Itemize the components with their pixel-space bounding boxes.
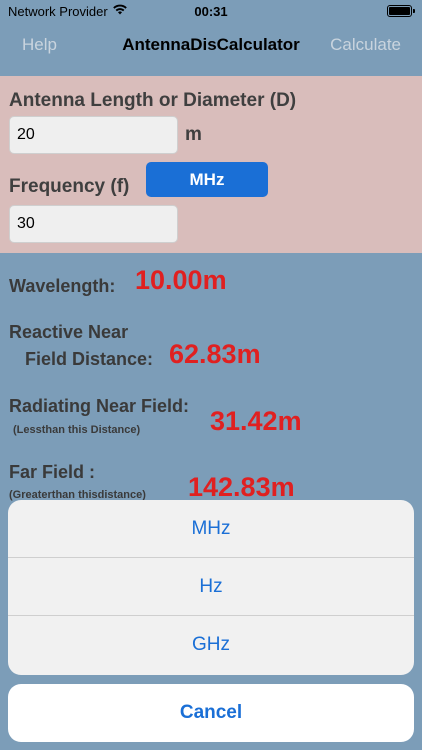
far-field-value: 142.83m [188, 472, 295, 502]
calculate-button[interactable]: Calculate [330, 35, 401, 55]
wavelength-value: 10.00m [135, 265, 227, 295]
cancel-button[interactable]: Cancel [8, 684, 414, 742]
clock: 00:31 [194, 4, 228, 19]
antenna-length-field[interactable]: 20 [9, 116, 178, 154]
far-field-label: Far Field : [9, 462, 96, 482]
radiating-near-label: Radiating Near Field: [9, 396, 190, 416]
status-bar: Network Provider 00:31 [0, 0, 422, 24]
radiating-near-value: 31.42m [210, 406, 302, 436]
frequency-label: Frequency (f) [9, 176, 130, 197]
frequency-unit-button[interactable]: MHz [146, 162, 268, 197]
frequency-field[interactable]: 30 [9, 205, 178, 243]
battery-icon [387, 5, 415, 17]
navigation-bar: Help AntennaDisCalculator Calculate [0, 24, 422, 76]
input-panel: Antenna Length or Diameter (D) 20 m Freq… [0, 76, 422, 253]
action-option-hz[interactable]: Hz [8, 558, 414, 616]
reactive-near-value: 62.83m [169, 339, 261, 369]
radiating-near-sublabel: (Lessthan this Distance) [13, 424, 141, 436]
action-option-ghz[interactable]: GHz [8, 616, 414, 675]
reactive-near-label: Reactive Near [9, 322, 129, 342]
unit-action-sheet: MHz Hz GHz [8, 500, 414, 675]
antenna-length-label: Antenna Length or Diameter (D) [9, 90, 297, 111]
wavelength-label: Wavelength: [9, 276, 116, 296]
antenna-unit-label: m [185, 124, 202, 145]
action-option-mhz[interactable]: MHz [8, 500, 414, 558]
reactive-near-label-line2: Field Distance: [25, 349, 154, 369]
